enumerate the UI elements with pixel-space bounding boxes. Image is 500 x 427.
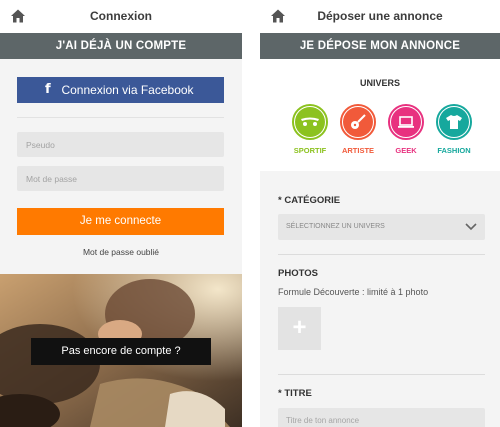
top-bar: Connexion <box>0 0 242 33</box>
facebook-login-button[interactable]: f Connexion via Facebook <box>17 77 224 103</box>
top-bar: Déposer une annonce <box>260 0 500 33</box>
laptop-icon <box>398 116 414 128</box>
section-title: JE DÉPOSE MON ANNONCE <box>260 33 500 59</box>
titre-label: * TITRE <box>278 388 312 399</box>
facebook-icon: f <box>45 82 51 97</box>
pseudo-input[interactable] <box>17 132 224 157</box>
section-title: J'AI DÉJÀ UN COMPTE <box>0 33 242 59</box>
category-label: ARTISTE <box>341 146 375 155</box>
facebook-login-label: Connexion via Facebook <box>61 83 194 97</box>
category-label: SPORTIF <box>293 146 327 155</box>
photos-label: PHOTOS <box>278 268 318 279</box>
category-fashion[interactable]: FASHION <box>430 104 478 155</box>
signup-button[interactable]: Pas encore de compte ? <box>31 338 211 365</box>
divider <box>278 374 485 375</box>
tshirt-icon <box>446 115 462 129</box>
divider <box>278 254 485 255</box>
forgot-password-link[interactable]: Mot de passe oublié <box>0 247 242 257</box>
add-photo-button[interactable]: + <box>278 307 321 350</box>
guitar-icon <box>351 114 366 129</box>
categorie-label: * CATÉGORIE <box>278 195 341 206</box>
category-artiste[interactable]: ARTISTE <box>334 104 382 155</box>
photos-subtitle: Formule Découverte : limité à 1 photo <box>278 287 429 297</box>
category-label: FASHION <box>437 146 471 155</box>
categorie-select-value: SÉLECTIONNEZ UN UNIVERS <box>286 223 385 230</box>
category-label: GEEK <box>395 146 417 155</box>
page-title: Connexion <box>90 9 152 23</box>
categorie-select[interactable]: SÉLECTIONNEZ UN UNIVERS <box>278 214 485 240</box>
titre-input[interactable] <box>278 408 485 427</box>
chevron-down-icon <box>465 223 477 231</box>
plus-icon: + <box>292 314 307 341</box>
post-ad-screen: Déposer une annonce JE DÉPOSE MON ANNONC… <box>260 0 500 427</box>
skateboard-icon <box>301 117 319 126</box>
category-sportif[interactable]: SPORTIF <box>286 104 334 155</box>
univers-panel: UNIVERS SPORTIF ARTISTE GEEK FASHION <box>260 59 500 171</box>
login-button[interactable]: Je me connecte <box>17 208 224 235</box>
category-geek[interactable]: GEEK <box>382 104 430 155</box>
univers-label: UNIVERS <box>359 78 400 88</box>
divider <box>17 117 224 118</box>
login-screen: Connexion J'AI DÉJÀ UN COMPTE f Connexio… <box>0 0 242 427</box>
password-input[interactable] <box>17 166 224 191</box>
page-title: Déposer une annonce <box>317 9 443 23</box>
